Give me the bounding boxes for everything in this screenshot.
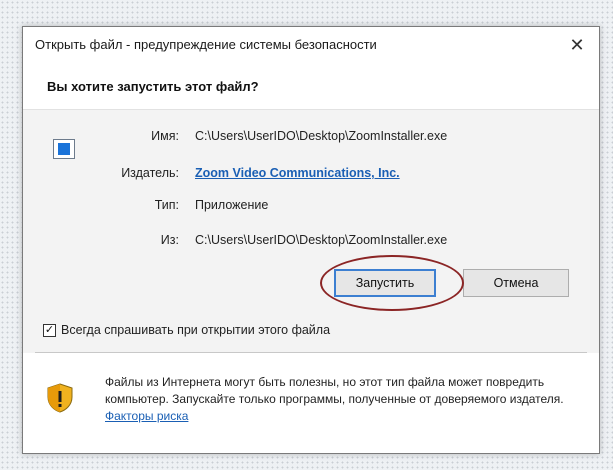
dialog-question: Вы хотите запустить этот файл? xyxy=(47,79,259,94)
close-icon[interactable]: ✕ xyxy=(565,33,589,57)
always-ask-label[interactable]: Всегда спрашивать при открытии этого фай… xyxy=(61,323,330,337)
warning-text: Файлы из Интернета могут быть полезны, н… xyxy=(105,375,564,406)
application-icon-window xyxy=(58,143,70,155)
run-button[interactable]: Запустить xyxy=(334,269,436,297)
from-label: Из: xyxy=(160,233,179,247)
dialog-header: Вы хотите запустить этот файл? xyxy=(23,63,599,109)
title-bar: Открыть файл - предупреждение системы бе… xyxy=(23,27,599,63)
security-warning-dialog: Открыть файл - предупреждение системы бе… xyxy=(22,26,600,454)
file-type-value: Приложение xyxy=(195,198,269,212)
file-source-value: C:\Users\UserIDO\Desktop\ZoomInstaller.e… xyxy=(195,233,448,247)
application-icon xyxy=(53,139,75,159)
security-shield-warning-icon xyxy=(47,383,73,413)
window-title: Открыть файл - предупреждение системы бе… xyxy=(35,37,377,52)
warning-panel: Файлы из Интернета могут быть полезны, н… xyxy=(23,353,599,453)
publisher-link[interactable]: Zoom Video Communications, Inc. xyxy=(195,166,400,180)
type-label: Тип: xyxy=(154,198,179,212)
always-ask-checkbox[interactable]: ✓ xyxy=(43,324,56,337)
file-name-value: C:\Users\UserIDO\Desktop\ZoomInstaller.e… xyxy=(195,129,448,143)
name-label: Имя: xyxy=(151,129,179,143)
publisher-label: Издатель: xyxy=(121,166,179,180)
cancel-button[interactable]: Отмена xyxy=(463,269,569,297)
warning-message: Файлы из Интернета могут быть полезны, н… xyxy=(105,374,575,425)
risk-factors-link[interactable]: Факторы риска xyxy=(105,409,188,423)
